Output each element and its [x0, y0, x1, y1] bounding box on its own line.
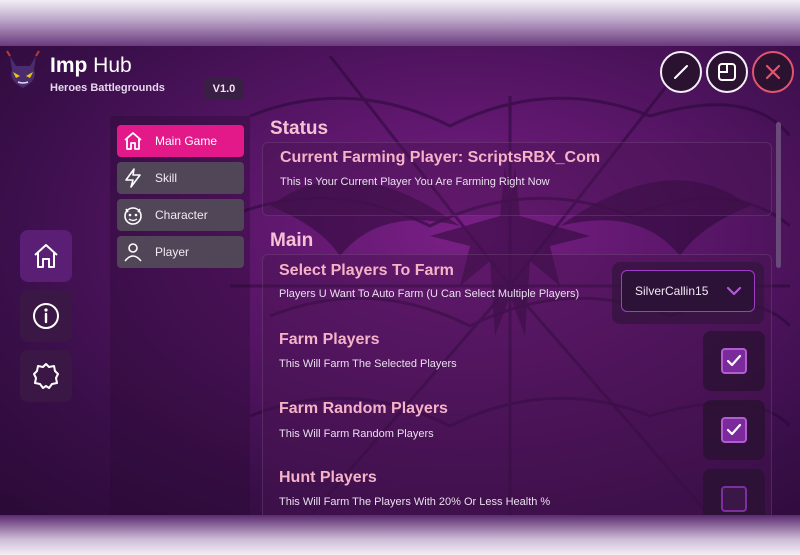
main-section-title: Main [270, 230, 314, 251]
players-dropdown-container: SilverCallin15 [612, 262, 764, 324]
script-hub-window: Imp Hub Heroes Battlegrounds V1.0 Main G… [0, 46, 800, 515]
demon-face-icon [121, 203, 145, 227]
content-scrollbar[interactable] [776, 122, 781, 268]
farm-random-players-title: Farm Random Players [279, 400, 448, 417]
home-icon [34, 244, 58, 268]
farm-random-players-desc: This Will Farm Random Players [279, 428, 434, 440]
user-icon [121, 240, 145, 264]
edit-button[interactable] [660, 51, 702, 93]
players-dropdown[interactable]: SilverCallin15 [621, 270, 755, 312]
current-player-card: Current Farming Player: ScriptsRBX_Com T… [262, 142, 772, 216]
farm-players-toggle-container [703, 331, 765, 391]
farm-players-title: Farm Players [279, 331, 380, 348]
sidebar-home-button[interactable] [20, 230, 72, 282]
checkmark-icon [726, 354, 742, 367]
game-name: Heroes Battlegrounds [50, 82, 165, 94]
blurred-bottom-edge [0, 515, 800, 555]
dropdown-selected-value: SilverCallin15 [635, 284, 709, 298]
current-player-title: Current Farming Player: ScriptsRBX_Com [280, 149, 601, 166]
menu-item-label: Player [155, 245, 190, 259]
blurred-top-edge [0, 0, 800, 46]
status-section-title: Status [270, 118, 329, 139]
menu-item-label: Character [155, 208, 208, 222]
hunt-players-title: Hunt Players [279, 469, 377, 486]
sidebar-info-button[interactable] [20, 290, 72, 342]
info-icon [33, 303, 59, 329]
app-title-rest: Hub [87, 54, 132, 77]
current-player-desc: This Is Your Current Player You Are Farm… [280, 176, 550, 188]
lightning-icon [121, 166, 145, 190]
content-panel: Status Current Farming Player: ScriptsRB… [262, 112, 774, 515]
hunt-players-desc: This Will Farm The Players With 20% Or L… [279, 496, 551, 508]
menu-item-skill[interactable]: Skill [117, 162, 244, 194]
app-title-bold: Imp [50, 54, 88, 77]
close-button[interactable] [752, 51, 794, 93]
checkmark-icon [726, 423, 742, 436]
select-players-title: Select Players To Farm [279, 262, 454, 279]
menu-item-character[interactable]: Character [117, 199, 244, 231]
hunt-players-toggle-container [703, 469, 765, 515]
menu-item-label: Skill [155, 171, 178, 185]
settings-icon [33, 363, 59, 389]
menu-item-player[interactable]: Player [117, 236, 244, 268]
imp-logo [6, 50, 40, 88]
version-badge: V1.0 [204, 78, 244, 100]
menu-item-label: Main Game [155, 134, 218, 148]
farm-players-desc: This Will Farm The Selected Players [279, 358, 457, 370]
select-players-desc: Players U Want To Auto Farm (U Can Selec… [279, 288, 580, 300]
farm-players-checkbox[interactable] [721, 348, 747, 374]
farm-random-players-toggle-container [703, 400, 765, 460]
sidebar-settings-button[interactable] [20, 350, 72, 402]
hunt-players-checkbox[interactable] [721, 486, 747, 512]
minimize-window-button[interactable] [706, 51, 748, 93]
chevron-down-icon [726, 286, 742, 296]
menu-item-main-game[interactable]: Main Game [117, 125, 244, 157]
home-icon [121, 129, 145, 153]
edit-icon [674, 65, 688, 79]
close-icon [765, 64, 781, 80]
farm-random-players-checkbox[interactable] [721, 417, 747, 443]
minimize-window-icon [718, 63, 736, 81]
app-title: Imp Hub [50, 54, 132, 78]
